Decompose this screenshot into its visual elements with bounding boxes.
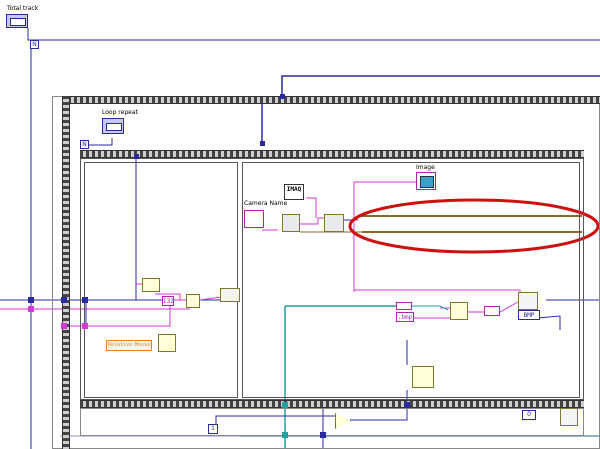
subvi-node-a[interactable] [142,278,160,292]
tunnel-5 [61,297,67,303]
imaq-init-node[interactable] [282,214,300,232]
n-terminal-outer[interactable]: N [30,40,39,49]
numeric-one-constant[interactable]: 1 [208,424,218,434]
path-constant-a[interactable] [396,302,412,310]
numeric-display-icon [106,123,122,131]
subvi-node-d[interactable] [412,366,434,388]
tunnel-7 [82,297,88,303]
i32-constant[interactable]: I32 [162,296,174,306]
relative-mouse-control[interactable]: Relative Mouse [106,340,152,351]
file-type-ring[interactable]: BMP [518,310,540,320]
tunnel-9 [282,402,288,408]
camera-name-label: Camera Name [244,200,288,207]
wait-timer-node[interactable] [560,408,578,426]
image-indicator[interactable] [416,172,436,190]
wait-ms-constant[interactable]: 0 [522,410,536,420]
total-track-label: Total track [7,5,39,12]
build-path-node[interactable] [450,302,468,320]
total-track-indicator[interactable] [6,14,28,28]
tunnel-12 [282,432,288,438]
tunnel-6 [61,323,67,329]
tunnel-11 [320,432,326,438]
imaq-write-node[interactable] [518,292,538,310]
tunnel-top [280,94,285,99]
tunnel-10 [404,402,410,408]
tunnel-1 [134,154,139,159]
image-label: Image [416,164,435,171]
frame-0 [84,162,238,398]
imaq-grab-node[interactable] [324,214,344,232]
bundle-node[interactable] [186,294,200,308]
bmp-string-constant[interactable]: .bmp [396,312,414,322]
tunnel-2 [260,141,265,146]
numeric-display-icon [10,18,26,26]
tunnel-3 [28,297,34,303]
top-wire [281,75,600,96]
n-terminal-inner[interactable]: N [80,140,89,149]
inner-sequence-top [80,150,584,158]
inner-sequence-bottom [80,400,584,408]
imaq-constant[interactable]: IMAQ [284,184,304,200]
camera-name-control[interactable] [244,210,264,228]
loop-bottom-area [80,408,584,436]
loop-repeat-indicator[interactable] [102,118,124,134]
image-icon [420,176,434,188]
path-indicator[interactable] [484,306,500,316]
subvi-node-c[interactable] [158,334,176,352]
tunnel-4 [28,306,34,312]
tunnel-8 [82,323,88,329]
outer-sequence-top [62,96,600,104]
outer-sequence-left [62,96,70,449]
loop-repeat-label: Loop repeat [102,109,138,116]
subvi-node-b[interactable] [220,288,240,302]
